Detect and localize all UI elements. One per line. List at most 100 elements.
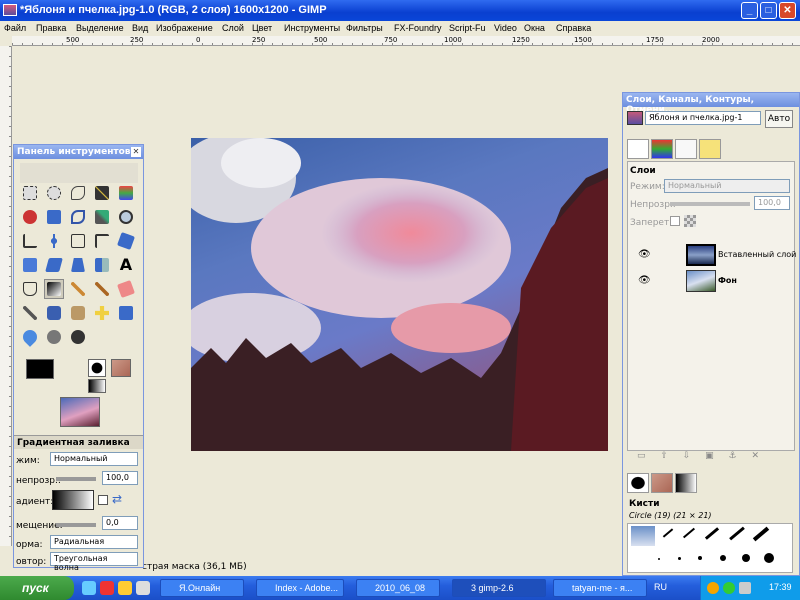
fuzzy-select-icon[interactable] bbox=[92, 183, 112, 203]
blur-icon[interactable] bbox=[20, 327, 40, 347]
quicklaunch-icon[interactable] bbox=[118, 581, 132, 595]
close-button[interactable]: ✕ bbox=[779, 2, 796, 19]
color-picker-icon[interactable] bbox=[92, 207, 112, 227]
eraser-icon[interactable] bbox=[116, 279, 136, 299]
color-select-icon[interactable] bbox=[116, 183, 136, 203]
toolbox-header[interactable]: Панель инструментов ✕ bbox=[14, 145, 143, 159]
pattern-preview-icon[interactable] bbox=[111, 359, 131, 377]
image-select[interactable]: Яблоня и пчелка.jpg-1 bbox=[645, 111, 761, 125]
lock-alpha-checkbox[interactable] bbox=[670, 216, 680, 226]
tray-icon[interactable] bbox=[723, 582, 735, 594]
menu-help[interactable]: Справка bbox=[556, 23, 591, 33]
align-icon[interactable] bbox=[68, 231, 88, 251]
menu-windows[interactable]: Окна bbox=[524, 23, 545, 33]
menu-fx-foundry[interactable]: FX-Foundry bbox=[394, 23, 442, 33]
brush-item[interactable] bbox=[662, 528, 674, 538]
blend-icon[interactable] bbox=[44, 279, 64, 299]
task-adobe[interactable]: Index - Adobe... bbox=[256, 579, 344, 597]
tab-gradients[interactable] bbox=[675, 473, 697, 493]
pencil-icon[interactable] bbox=[68, 279, 88, 299]
clone-icon[interactable] bbox=[68, 303, 88, 323]
text-icon[interactable]: A bbox=[116, 255, 136, 275]
brush-item[interactable] bbox=[752, 526, 770, 542]
brush-item[interactable] bbox=[658, 558, 660, 560]
gradient-preview-icon[interactable] bbox=[88, 379, 106, 393]
paths-icon[interactable] bbox=[68, 207, 88, 227]
perspective-clone-icon[interactable] bbox=[116, 303, 136, 323]
foreground-color-swatch[interactable] bbox=[26, 359, 54, 379]
tray-icon[interactable] bbox=[707, 582, 719, 594]
task-yandex-online[interactable]: Я.Онлайн bbox=[160, 579, 244, 597]
layer-row[interactable]: 👁 Вставленный слой bbox=[632, 242, 798, 268]
tab-patterns[interactable] bbox=[651, 473, 673, 493]
language-indicator[interactable]: RU bbox=[654, 582, 667, 592]
menu-layer[interactable]: Слой bbox=[222, 23, 244, 33]
brush-item[interactable] bbox=[704, 527, 720, 540]
toolbox-close-button[interactable]: ✕ bbox=[131, 147, 141, 157]
scissors-icon[interactable] bbox=[20, 207, 40, 227]
layer-opacity-input[interactable]: 100,0 bbox=[754, 196, 790, 210]
task-browser[interactable]: tatyan-me - я... bbox=[553, 579, 647, 597]
rect-select-icon[interactable] bbox=[20, 183, 40, 203]
menu-tools[interactable]: Инструменты bbox=[284, 23, 340, 33]
dodge-burn-icon[interactable] bbox=[68, 327, 88, 347]
brush-item[interactable] bbox=[729, 526, 745, 541]
brush-item[interactable] bbox=[678, 557, 681, 560]
smudge-icon[interactable] bbox=[44, 327, 64, 347]
menu-filters[interactable]: Фильтры bbox=[346, 23, 383, 33]
clock[interactable]: 17:39 bbox=[769, 582, 792, 592]
quicklaunch-icon[interactable] bbox=[82, 581, 96, 595]
repeat-select[interactable]: Треугольная волна bbox=[50, 552, 138, 572]
menu-edit[interactable]: Правка bbox=[36, 23, 66, 33]
lasso-icon[interactable] bbox=[68, 183, 88, 203]
layer-row[interactable]: 👁 Фон bbox=[632, 268, 798, 294]
shape-select[interactable]: Радиальная bbox=[50, 535, 138, 549]
start-button[interactable]: пуск bbox=[0, 576, 74, 600]
maximize-button[interactable]: □ bbox=[760, 2, 777, 19]
auto-button[interactable]: Авто bbox=[765, 110, 793, 128]
menu-view[interactable]: Вид bbox=[132, 23, 148, 33]
brush-item[interactable] bbox=[742, 554, 750, 562]
eye-icon[interactable]: 👁 bbox=[638, 249, 651, 260]
opacity-input[interactable]: 100,0 bbox=[102, 471, 138, 485]
airbrush-icon[interactable] bbox=[20, 303, 40, 323]
layer-action-buttons[interactable]: ▭ ⇧ ⇩ ▣ ⚓ ✕ bbox=[637, 451, 759, 461]
tab-layers[interactable] bbox=[627, 139, 649, 159]
brush-preview-icon[interactable] bbox=[88, 359, 106, 377]
tab-brushes[interactable] bbox=[627, 473, 649, 493]
task-folder[interactable]: 2010_06_08 bbox=[356, 579, 440, 597]
crop-icon[interactable] bbox=[92, 231, 112, 251]
scale-icon[interactable] bbox=[20, 255, 40, 275]
measure-icon[interactable] bbox=[20, 231, 40, 251]
menu-video[interactable]: Video bbox=[494, 23, 517, 33]
menu-image[interactable]: Изображение bbox=[156, 23, 213, 33]
gradient-selector[interactable] bbox=[52, 490, 94, 510]
ellipse-select-icon[interactable] bbox=[44, 183, 64, 203]
menu-file[interactable]: Файл bbox=[4, 23, 26, 33]
quicklaunch-icon[interactable] bbox=[100, 581, 114, 595]
ink-icon[interactable] bbox=[44, 303, 64, 323]
offset-input[interactable]: 0,0 bbox=[102, 516, 138, 530]
offset-slider[interactable] bbox=[56, 523, 96, 527]
brush-item[interactable] bbox=[720, 555, 726, 561]
flip-icon[interactable] bbox=[92, 255, 112, 275]
brush-item[interactable] bbox=[631, 526, 655, 546]
menu-colors[interactable]: Цвет bbox=[252, 23, 272, 33]
layers-dock-header[interactable]: Слои, Каналы, Контуры, Отмени... bbox=[623, 93, 799, 115]
layer-mode-select[interactable]: Нормальный bbox=[664, 179, 790, 193]
eye-icon[interactable]: 👁 bbox=[638, 275, 651, 286]
opacity-slider[interactable] bbox=[56, 477, 96, 481]
paintbrush-icon[interactable] bbox=[92, 279, 112, 299]
zoom-icon[interactable] bbox=[116, 207, 136, 227]
minimize-button[interactable]: _ bbox=[741, 2, 758, 19]
quicklaunch-icon[interactable] bbox=[136, 581, 150, 595]
move-icon[interactable] bbox=[44, 231, 64, 251]
brush-item[interactable] bbox=[764, 553, 774, 563]
shear-icon[interactable] bbox=[44, 255, 64, 275]
tab-channels[interactable] bbox=[651, 139, 673, 159]
bucket-fill-icon[interactable] bbox=[20, 279, 40, 299]
brush-grid[interactable] bbox=[627, 523, 793, 573]
swap-arrows-icon[interactable]: ⇄ bbox=[112, 493, 128, 505]
tab-undo[interactable] bbox=[699, 139, 721, 159]
menu-script-fu[interactable]: Script-Fu bbox=[449, 23, 486, 33]
